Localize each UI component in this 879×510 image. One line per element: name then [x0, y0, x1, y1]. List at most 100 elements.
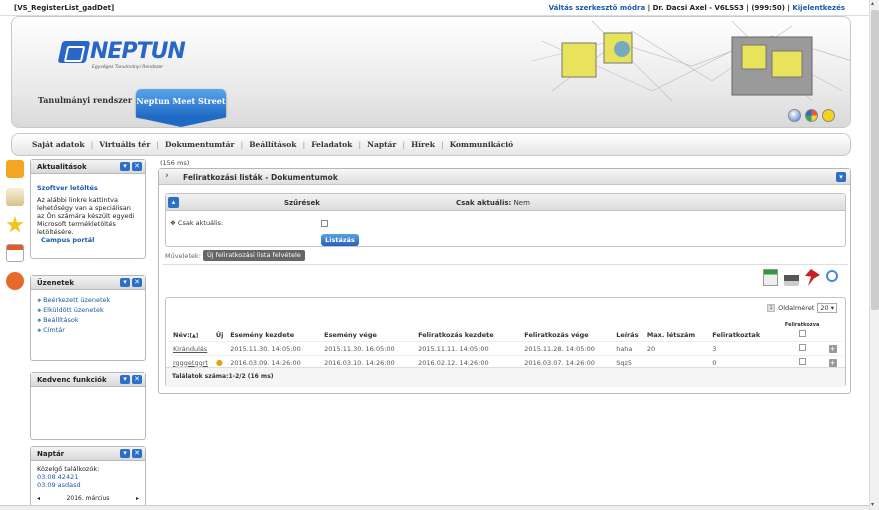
minimize-icon[interactable]: ▾: [120, 278, 130, 287]
page-title: Feliratkozási listák - Dokumentumok: [183, 173, 338, 182]
menu-tasks[interactable]: Feladatok: [305, 140, 358, 149]
operations-label: Műveletek:: [165, 252, 201, 260]
software-download-link[interactable]: Szoftver letöltés: [37, 184, 139, 192]
excel-export-icon[interactable]: [763, 269, 778, 286]
col-subscribed[interactable]: Feliratkozva: [779, 320, 826, 342]
scrollbar-thumb[interactable]: [871, 10, 879, 310]
response-time: (156 ms): [160, 159, 190, 167]
col-subscribed-count[interactable]: Feliratkoztak: [709, 320, 778, 342]
tab-meet-street[interactable]: Neptun Meet Street: [136, 89, 226, 117]
menu-communication[interactable]: Kommunikáció: [444, 140, 519, 149]
row-expand-icon[interactable]: +: [828, 358, 837, 367]
menu-own-data[interactable]: Saját adatok: [26, 140, 91, 149]
menu-news[interactable]: Hírek: [405, 140, 441, 149]
col-max-headcount[interactable]: Max. létszám: [644, 320, 709, 342]
letter-a-icon[interactable]: [6, 160, 24, 178]
favorites-panel-title: Kedvenc funkciók: [37, 376, 107, 384]
row-new: [212, 341, 228, 356]
collapse-filter-icon[interactable]: ▴: [168, 197, 179, 208]
menu-virtual-space[interactable]: Virtuális tér: [93, 140, 156, 149]
vertical-scrollbar[interactable]: ▴ ▾: [869, 0, 879, 510]
inbox-link[interactable]: Beérkezett üzenetek: [37, 296, 139, 305]
menu-calendar[interactable]: Naptár: [361, 140, 402, 149]
star-icon[interactable]: [6, 216, 24, 233]
col-name[interactable]: Név:[▲]: [170, 320, 213, 342]
table-row[interactable]: Kirándulás 2015.11.30. 14:05:00 2015.11.…: [170, 341, 842, 356]
sent-messages-link[interactable]: Elküldött üzenetek: [37, 306, 139, 315]
subscription-table: Név:[▲] Új Esemény kezdete Esemény vége …: [170, 320, 842, 369]
calendar-icon[interactable]: [6, 244, 24, 262]
results-count: Találatok száma:1-2/2 (16 ms): [166, 367, 845, 387]
calendar-month: 2016. március: [66, 495, 110, 502]
page-size-label: Oldalméret: [778, 304, 815, 312]
logo-subtitle: Egységes Tanulmányi Rendszer: [92, 65, 164, 70]
close-icon[interactable]: ✕: [132, 375, 142, 384]
select-all-checkbox[interactable]: [798, 330, 806, 337]
message-settings-link[interactable]: Beállítások: [37, 316, 139, 325]
minimize-icon[interactable]: ▾: [120, 375, 130, 384]
print-icon[interactable]: [784, 269, 799, 286]
messages-panel-header: Üzenetek ▾ ✕: [31, 276, 145, 290]
filter-summary: Csak aktuális: Nem: [456, 199, 530, 207]
filter-current-label: ❖ Csak aktuális:: [170, 219, 224, 227]
row-event-start: 2015.11.30. 14:05:00: [227, 341, 322, 356]
neptun-logo[interactable]: NEPTUN Egységes Tanulmányi Rendszer: [57, 39, 190, 79]
session-timer: (999:50): [751, 4, 785, 12]
close-icon[interactable]: ✕: [132, 449, 142, 458]
favorites-panel: Kedvenc funkciók ▾ ✕: [30, 372, 146, 440]
color-theme-icon[interactable]: [805, 109, 818, 122]
appointment-item[interactable]: 03.08 42421: [37, 473, 139, 481]
row-subscribed-checkbox[interactable]: [798, 358, 806, 365]
search-icon[interactable]: [826, 270, 838, 282]
globe-icon[interactable]: [788, 109, 801, 122]
menu-document-store[interactable]: Dokumentumtár: [159, 140, 240, 149]
envelope-icon[interactable]: [6, 188, 24, 206]
new-subscription-list-button[interactable]: Új feliratkozási lista felvétele: [203, 250, 305, 261]
appointment-item[interactable]: 03.09 asdasd: [37, 481, 139, 489]
logout-link[interactable]: Kijelentkezés: [792, 4, 845, 12]
scroll-down-icon[interactable]: ▾: [871, 501, 874, 508]
row-event-end: 2015.11.30. 16:05:00: [321, 341, 416, 356]
col-registration-start[interactable]: Feliratkozás kezdete: [415, 320, 521, 342]
page-size-select[interactable]: 20 ▾: [817, 303, 837, 313]
current-only-checkbox[interactable]: [321, 220, 328, 227]
row-expand-icon[interactable]: +: [828, 344, 837, 353]
messages-panel: Üzenetek ▾✕ Beérkezett üzenetek Elküldöt…: [30, 275, 146, 361]
news-text: Az alábbi linkre kattintva lehetőségy va…: [37, 196, 135, 236]
row-description: haha: [613, 341, 644, 356]
minimize-icon[interactable]: ▾: [120, 162, 130, 171]
next-month-icon[interactable]: ▸: [136, 495, 139, 503]
main-panel: › Feliratkozási listák - Dokumentumok ▾ …: [158, 168, 851, 394]
col-description[interactable]: Leírás: [613, 320, 644, 342]
filter-title: Szűrések: [284, 199, 320, 207]
page-number[interactable]: 1: [767, 304, 776, 312]
row-count: 3: [709, 341, 779, 356]
minimize-icon[interactable]: ▾: [120, 449, 130, 458]
scroll-up-icon[interactable]: ▴: [871, 0, 874, 7]
col-registration-end[interactable]: Feliratkozás vége: [521, 320, 613, 342]
col-new[interactable]: Új: [213, 320, 227, 342]
address-book-link[interactable]: Címtár: [37, 326, 139, 335]
close-icon[interactable]: ✕: [132, 162, 142, 171]
logo-mark-icon: [57, 41, 91, 63]
pin-icon[interactable]: [805, 269, 820, 286]
accessibility-icon[interactable]: [822, 109, 835, 122]
col-event-end[interactable]: Esemény vége: [321, 320, 415, 342]
top-bar: [VS_RegisterList_gadDet] Váltás szerkesz…: [0, 0, 869, 16]
row-subscribed-checkbox[interactable]: [798, 344, 806, 351]
news-panel-header: Aktualitások ▾ ✕: [31, 160, 145, 174]
chat-bubble-icon[interactable]: [6, 272, 24, 290]
pager: 1 Oldalméret 20 ▾: [767, 303, 837, 313]
user-name: Dr. Dacsi Axel - V6LSS3: [652, 4, 744, 12]
tab-study-system[interactable]: Tanulmányi rendszer: [38, 95, 132, 105]
calendar-panel: Naptár ▾ ✕ Közelgő találkozók: 03.08 4242…: [30, 446, 146, 508]
close-icon[interactable]: ✕: [132, 278, 142, 287]
prev-month-icon[interactable]: ◂: [37, 495, 40, 503]
campus-portal-link[interactable]: Campus portál: [41, 236, 139, 244]
switch-edit-mode-link[interactable]: Váltás szerkesztő módra: [549, 4, 646, 12]
row-name-link[interactable]: Kirándulás: [170, 341, 213, 356]
collapse-icon[interactable]: ▾: [836, 172, 846, 182]
list-button[interactable]: Listázás: [321, 234, 359, 246]
menu-settings[interactable]: Beállítások: [243, 140, 302, 149]
col-event-start[interactable]: Esemény kezdete: [227, 320, 321, 342]
